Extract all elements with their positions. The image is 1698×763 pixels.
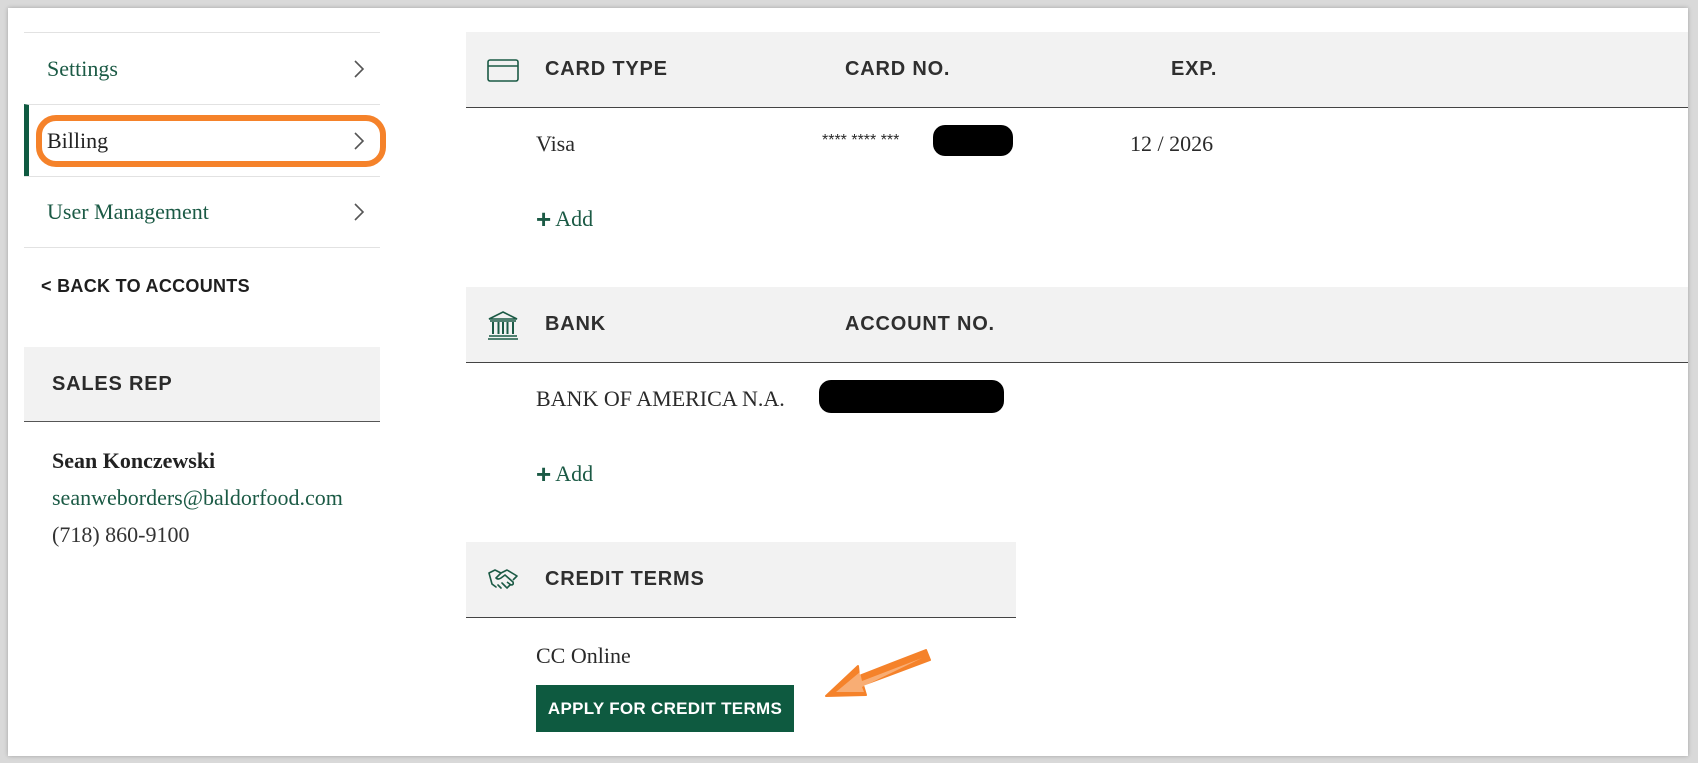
sidebar-item-label: Billing [47, 127, 109, 153]
plus-icon: + [536, 459, 552, 489]
add-bank-link[interactable]: + Add [536, 461, 593, 487]
account-number-redaction [819, 380, 1004, 413]
sidebar-item-label: Settings [47, 55, 118, 81]
sales-rep-heading: SALES REP [24, 347, 380, 422]
sales-rep-phone: (718) 860-9100 [52, 522, 190, 547]
sidebar-item-user-management[interactable]: User Management [24, 176, 380, 248]
sales-rep-email-link[interactable]: seanweborders@baldorfood.com [52, 479, 380, 516]
card-number-value: **** **** *** [822, 132, 900, 149]
chevron-right-icon [354, 131, 365, 150]
card-number-header: CARD NO. [845, 58, 951, 80]
handshake-icon [488, 569, 518, 589]
bank-icon [488, 311, 518, 340]
card-exp-value: 12 / 2026 [1130, 131, 1214, 156]
card-exp-header: EXP. [1171, 58, 1218, 80]
bank-table-header: BANK ACCOUNT NO. [466, 287, 1688, 363]
sidebar: Settings Billing User Management < BACK … [24, 32, 386, 553]
bank-name-header: BANK [545, 313, 606, 335]
card-table-header: CARD TYPE CARD NO. EXP. [466, 32, 1688, 108]
bank-name-value: BANK OF AMERICA N.A. [536, 386, 785, 411]
back-to-accounts-link[interactable]: < BACK TO ACCOUNTS [24, 276, 380, 297]
chevron-right-icon [354, 203, 365, 221]
card-type-header: CARD TYPE [545, 58, 668, 80]
account-number-header: ACCOUNT NO. [845, 313, 995, 335]
sidebar-item-settings[interactable]: Settings [24, 32, 380, 104]
add-bank-label: Add [555, 461, 594, 486]
sales-rep-name: Sean Konczewski [52, 448, 216, 473]
add-card-link[interactable]: + Add [536, 206, 593, 232]
add-card-label: Add [555, 206, 594, 231]
credit-terms-value: CC Online [536, 643, 631, 668]
billing-page: Settings Billing User Management < BACK … [8, 8, 1688, 756]
apply-for-credit-terms-button[interactable]: APPLY FOR CREDIT TERMS [536, 685, 794, 732]
plus-icon: + [536, 204, 552, 234]
chevron-right-icon [354, 59, 365, 78]
credit-terms-heading: CREDIT TERMS [545, 568, 705, 590]
sales-rep-info: Sean Konczewski seanweborders@baldorfood… [24, 422, 380, 553]
card-number-redaction [933, 125, 1013, 156]
sidebar-item-label: User Management [47, 199, 209, 224]
credit-card-icon [487, 59, 519, 82]
credit-terms-header: CREDIT TERMS [466, 542, 1016, 618]
card-type-value: Visa [536, 131, 576, 156]
annotation-arrow-icon [825, 649, 931, 697]
sidebar-item-billing[interactable]: Billing [24, 104, 386, 176]
